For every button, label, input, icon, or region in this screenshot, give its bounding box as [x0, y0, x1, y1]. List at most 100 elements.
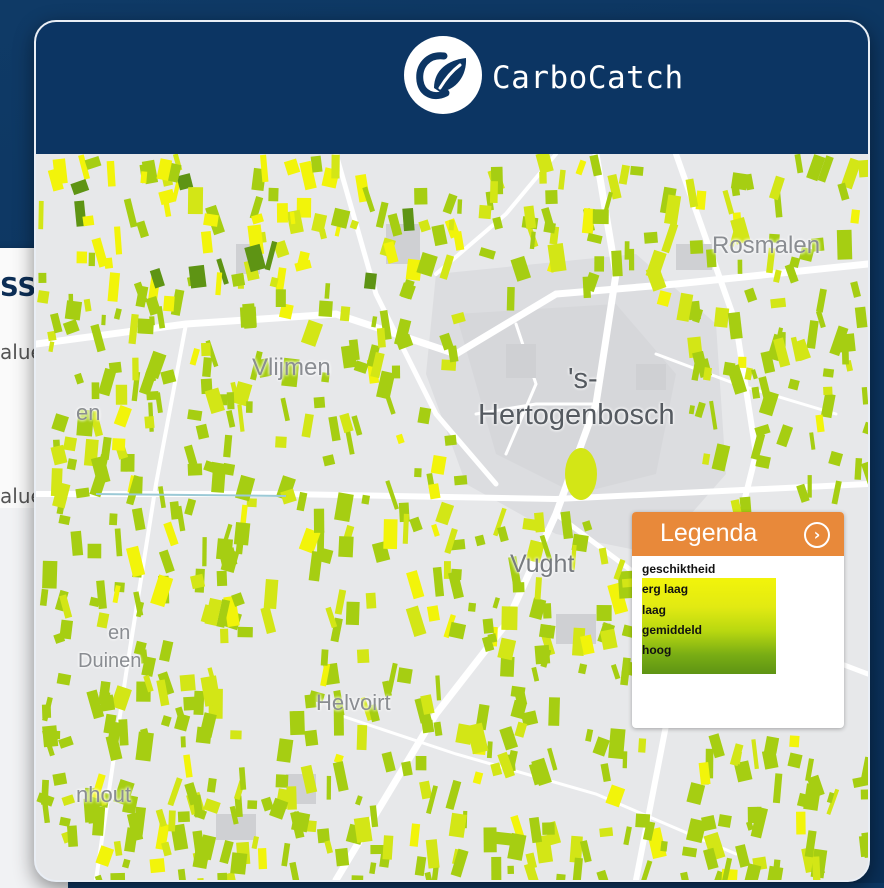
- field-parcel[interactable]: [751, 739, 759, 770]
- field-parcel[interactable]: [689, 240, 704, 254]
- field-parcel[interactable]: [260, 606, 277, 634]
- field-parcel[interactable]: [772, 773, 783, 804]
- field-parcel[interactable]: [751, 369, 758, 380]
- field-parcel[interactable]: [111, 438, 126, 451]
- field-parcel[interactable]: [155, 392, 163, 414]
- field-parcel[interactable]: [63, 436, 78, 452]
- field-parcel[interactable]: [751, 386, 761, 399]
- field-parcel[interactable]: [158, 640, 174, 662]
- field-parcel[interactable]: [534, 644, 551, 665]
- field-parcel[interactable]: [809, 432, 816, 450]
- field-parcel[interactable]: [304, 694, 317, 709]
- field-parcel[interactable]: [592, 736, 610, 757]
- field-parcel[interactable]: [490, 762, 503, 777]
- field-parcel[interactable]: [257, 848, 268, 870]
- field-parcel[interactable]: [680, 871, 690, 880]
- field-parcel[interactable]: [195, 423, 210, 440]
- field-parcel[interactable]: [183, 754, 193, 778]
- field-parcel[interactable]: [289, 710, 305, 736]
- leaf-icon[interactable]: [404, 36, 482, 114]
- field-parcel[interactable]: [474, 534, 486, 547]
- field-parcel[interactable]: [545, 190, 558, 205]
- field-parcel[interactable]: [618, 164, 630, 185]
- field-parcel[interactable]: [226, 409, 236, 428]
- field-parcel[interactable]: [339, 412, 354, 434]
- field-parcel[interactable]: [433, 721, 443, 737]
- field-parcel[interactable]: [58, 514, 71, 526]
- field-parcel[interactable]: [113, 405, 132, 428]
- field-parcel[interactable]: [727, 311, 743, 340]
- field-parcel[interactable]: [301, 413, 314, 438]
- field-parcel[interactable]: [318, 300, 333, 317]
- field-parcel[interactable]: [158, 188, 176, 206]
- field-parcel[interactable]: [660, 840, 668, 852]
- field-parcel[interactable]: [158, 549, 175, 574]
- field-parcel[interactable]: [268, 187, 279, 202]
- field-parcel[interactable]: [350, 875, 364, 880]
- field-parcel[interactable]: [202, 357, 213, 378]
- field-parcel[interactable]: [858, 159, 868, 178]
- field-parcel[interactable]: [187, 409, 203, 421]
- field-parcel[interactable]: [414, 187, 428, 205]
- field-parcel[interactable]: [369, 862, 377, 875]
- field-parcel[interactable]: [686, 782, 706, 805]
- field-parcel[interactable]: [376, 327, 386, 348]
- field-parcel[interactable]: [177, 811, 190, 823]
- field-parcel[interactable]: [811, 856, 821, 880]
- field-parcel[interactable]: [313, 396, 326, 409]
- field-parcel[interactable]: [233, 522, 251, 546]
- field-parcel[interactable]: [531, 666, 540, 682]
- field-parcel[interactable]: [575, 159, 587, 176]
- field-parcel[interactable]: [113, 308, 122, 320]
- field-parcel[interactable]: [363, 272, 377, 290]
- field-parcel[interactable]: [365, 592, 377, 609]
- field-parcel[interactable]: [39, 588, 49, 606]
- field-parcel[interactable]: [806, 320, 819, 349]
- field-parcel[interactable]: [87, 543, 102, 559]
- field-parcel[interactable]: [331, 154, 340, 179]
- field-parcel[interactable]: [500, 656, 515, 677]
- field-parcel[interactable]: [529, 816, 543, 844]
- field-parcel[interactable]: [448, 621, 467, 640]
- field-parcel[interactable]: [82, 215, 95, 227]
- field-parcel[interactable]: [738, 356, 747, 369]
- field-parcel[interactable]: [730, 172, 749, 191]
- field-parcel[interactable]: [123, 198, 138, 228]
- field-parcel[interactable]: [37, 290, 50, 304]
- field-parcel[interactable]: [215, 538, 234, 561]
- field-parcel[interactable]: [334, 589, 347, 615]
- field-parcel[interactable]: [611, 250, 623, 277]
- field-parcel[interactable]: [608, 728, 626, 760]
- field-parcel[interactable]: [482, 618, 495, 634]
- field-parcel[interactable]: [497, 526, 509, 543]
- field-parcel[interactable]: [596, 869, 609, 880]
- field-parcel[interactable]: [838, 333, 856, 353]
- field-parcel[interactable]: [862, 421, 868, 437]
- field-parcel[interactable]: [858, 834, 868, 858]
- field-parcel[interactable]: [36, 792, 55, 807]
- field-parcel[interactable]: [542, 822, 555, 835]
- field-parcel[interactable]: [442, 193, 458, 215]
- field-parcel[interactable]: [64, 300, 83, 321]
- field-parcel[interactable]: [815, 414, 825, 433]
- field-parcel[interactable]: [435, 675, 442, 701]
- field-parcel[interactable]: [149, 858, 166, 874]
- field-parcel[interactable]: [794, 154, 804, 174]
- field-parcel[interactable]: [332, 761, 349, 792]
- field-parcel[interactable]: [396, 667, 413, 684]
- field-parcel[interactable]: [204, 387, 225, 415]
- field-parcel[interactable]: [414, 468, 422, 478]
- suitability-map[interactable]: Rosmalen Vlijmen 's- Hertogenbosch Vught…: [36, 154, 868, 880]
- field-parcel[interactable]: [237, 404, 245, 432]
- field-parcel[interactable]: [623, 826, 632, 846]
- field-parcel[interactable]: [135, 731, 154, 762]
- field-parcel[interactable]: [107, 272, 121, 302]
- field-parcel[interactable]: [140, 171, 148, 184]
- field-parcel[interactable]: [406, 570, 425, 600]
- field-parcel[interactable]: [183, 444, 198, 466]
- field-parcel[interactable]: [215, 272, 223, 296]
- field-parcel[interactable]: [338, 536, 354, 558]
- field-parcel[interactable]: [823, 386, 833, 396]
- field-parcel[interactable]: [600, 763, 611, 783]
- field-parcel[interactable]: [415, 756, 427, 771]
